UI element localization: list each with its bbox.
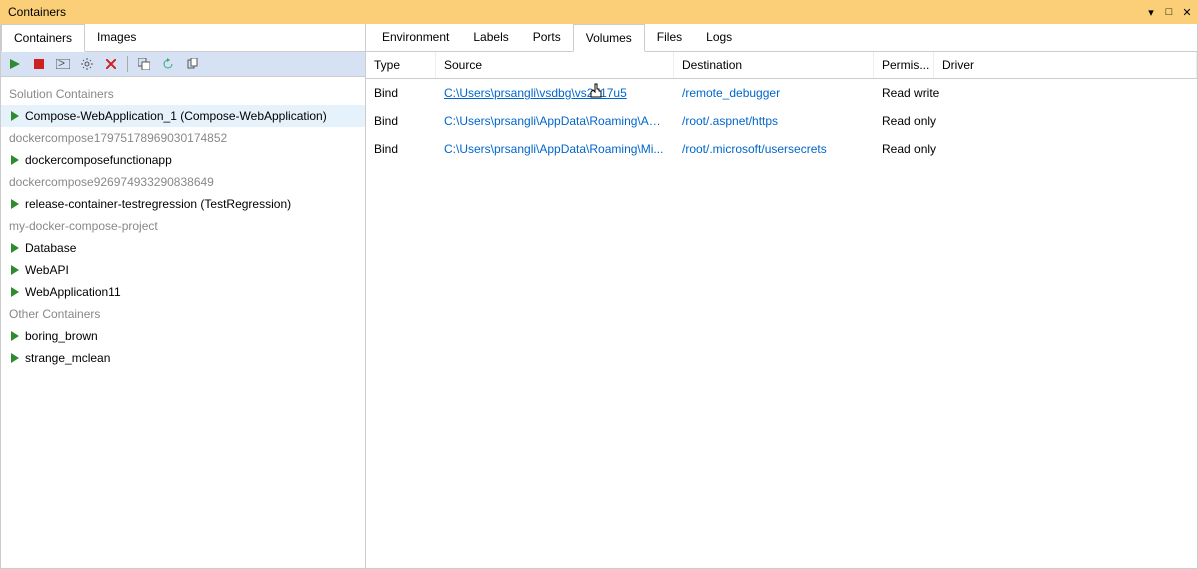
table-row[interactable]: BindC:\Users\prsangli\AppData\Roaming\AS…: [366, 107, 1197, 135]
header-destination[interactable]: Destination: [674, 52, 874, 78]
stop-icon[interactable]: [31, 56, 47, 72]
close-icon[interactable]: ✕: [1180, 5, 1194, 19]
cell-permissions: Read only: [874, 111, 994, 131]
left-panel: Containers Images >_ Solution Containers…: [1, 24, 366, 568]
cell-source-link[interactable]: C:\Users\prsangli\vsdbg\vs2017u5: [436, 83, 674, 103]
cell-destination-link[interactable]: /remote_debugger: [674, 83, 874, 103]
main-content: Containers Images >_ Solution Containers…: [0, 24, 1198, 569]
tree-item[interactable]: boring_brown: [1, 325, 365, 347]
tree-item[interactable]: release-container-testregression (TestRe…: [1, 193, 365, 215]
prune-icon[interactable]: [184, 56, 200, 72]
cell-permissions: Read only: [874, 139, 994, 159]
tree-item[interactable]: WebApplication11: [1, 281, 365, 303]
tab-images[interactable]: Images: [85, 24, 148, 51]
tree-item[interactable]: WebAPI: [1, 259, 365, 281]
table-row[interactable]: BindC:\Users\prsangli\AppData\Roaming\Mi…: [366, 135, 1197, 163]
delete-icon[interactable]: [103, 56, 119, 72]
container-tree: Solution Containers Compose-WebApplicatio…: [1, 77, 365, 568]
header-type[interactable]: Type: [366, 52, 436, 78]
running-icon: [11, 331, 19, 341]
header-permissions[interactable]: Permis...: [874, 52, 934, 78]
grid-body: BindC:\Users\prsangli\vsdbg\vs2017u5/rem…: [366, 79, 1197, 568]
running-icon: [11, 353, 19, 363]
cell-driver: [994, 83, 1197, 103]
cell-type: Bind: [366, 139, 436, 159]
running-icon: [11, 265, 19, 275]
tree-group-label: Other Containers: [1, 303, 365, 325]
running-icon: [11, 111, 19, 121]
tree-group-label: dockercompose926974933290838649: [1, 171, 365, 193]
cell-type: Bind: [366, 83, 436, 103]
tab-environment[interactable]: Environment: [370, 24, 461, 51]
tab-logs[interactable]: Logs: [694, 24, 744, 51]
window-title: Containers: [4, 5, 66, 19]
running-icon: [11, 287, 19, 297]
gear-icon[interactable]: [79, 56, 95, 72]
detail-tabs: Environment Labels Ports Volumes Files L…: [366, 24, 1197, 52]
maximize-icon[interactable]: □: [1162, 5, 1176, 19]
table-row[interactable]: BindC:\Users\prsangli\vsdbg\vs2017u5/rem…: [366, 79, 1197, 107]
dropdown-icon[interactable]: ▾: [1144, 5, 1158, 19]
tree-item-label: dockercomposefunctionapp: [25, 153, 172, 167]
tree-item-label: strange_mclean: [25, 351, 110, 365]
tab-labels[interactable]: Labels: [461, 24, 520, 51]
tree-group-label: dockercompose17975178969030174852: [1, 127, 365, 149]
tab-ports[interactable]: Ports: [521, 24, 573, 51]
tab-containers[interactable]: Containers: [1, 24, 85, 52]
cell-source-link[interactable]: C:\Users\prsangli\AppData\Roaming\AS...: [436, 111, 674, 131]
svg-text:>_: >_: [58, 59, 70, 69]
tree-item-label: WebApplication11: [25, 285, 121, 299]
tree-item-label: Database: [25, 241, 76, 255]
terminal-icon[interactable]: >_: [55, 56, 71, 72]
tree-item-label: WebAPI: [25, 263, 69, 277]
tree-item-label: release-container-testregression (TestRe…: [25, 197, 291, 211]
cell-permissions: Read write: [874, 83, 994, 103]
tree-group-label: Solution Containers: [1, 83, 365, 105]
cell-source-link[interactable]: C:\Users\prsangli\AppData\Roaming\Mi...: [436, 139, 674, 159]
cell-destination-link[interactable]: /root/.aspnet/https: [674, 111, 874, 131]
tree-item-label: Compose-WebApplication_1 (Compose-WebApp…: [25, 109, 327, 123]
toolbar-separator: [127, 56, 128, 72]
cell-driver: [994, 111, 1197, 131]
window-controls: ▾ □ ✕: [1144, 5, 1194, 19]
toolbar: >_: [1, 52, 365, 77]
titlebar: Containers ▾ □ ✕: [0, 0, 1198, 24]
tree-item[interactable]: Compose-WebApplication_1 (Compose-WebApp…: [1, 105, 365, 127]
running-icon: [11, 199, 19, 209]
running-icon: [11, 243, 19, 253]
tree-item[interactable]: strange_mclean: [1, 347, 365, 369]
start-icon[interactable]: [7, 56, 23, 72]
tree-item[interactable]: dockercomposefunctionapp: [1, 149, 365, 171]
grid-header: Type Source Destination Permis... Driver: [366, 52, 1197, 79]
running-icon: [11, 155, 19, 165]
tree-group-label: my-docker-compose-project: [1, 215, 365, 237]
header-source[interactable]: Source: [436, 52, 674, 78]
cell-type: Bind: [366, 111, 436, 131]
cell-driver: [994, 139, 1197, 159]
header-driver[interactable]: Driver: [934, 52, 1197, 78]
tab-files[interactable]: Files: [645, 24, 694, 51]
tab-volumes[interactable]: Volumes: [573, 24, 645, 52]
copy-icon[interactable]: [136, 56, 152, 72]
right-panel: Environment Labels Ports Volumes Files L…: [366, 24, 1197, 568]
tree-item-label: boring_brown: [25, 329, 98, 343]
tree-item[interactable]: Database: [1, 237, 365, 259]
refresh-icon[interactable]: [160, 56, 176, 72]
cell-destination-link[interactable]: /root/.microsoft/usersecrets: [674, 139, 874, 159]
left-tabs: Containers Images: [1, 24, 365, 52]
